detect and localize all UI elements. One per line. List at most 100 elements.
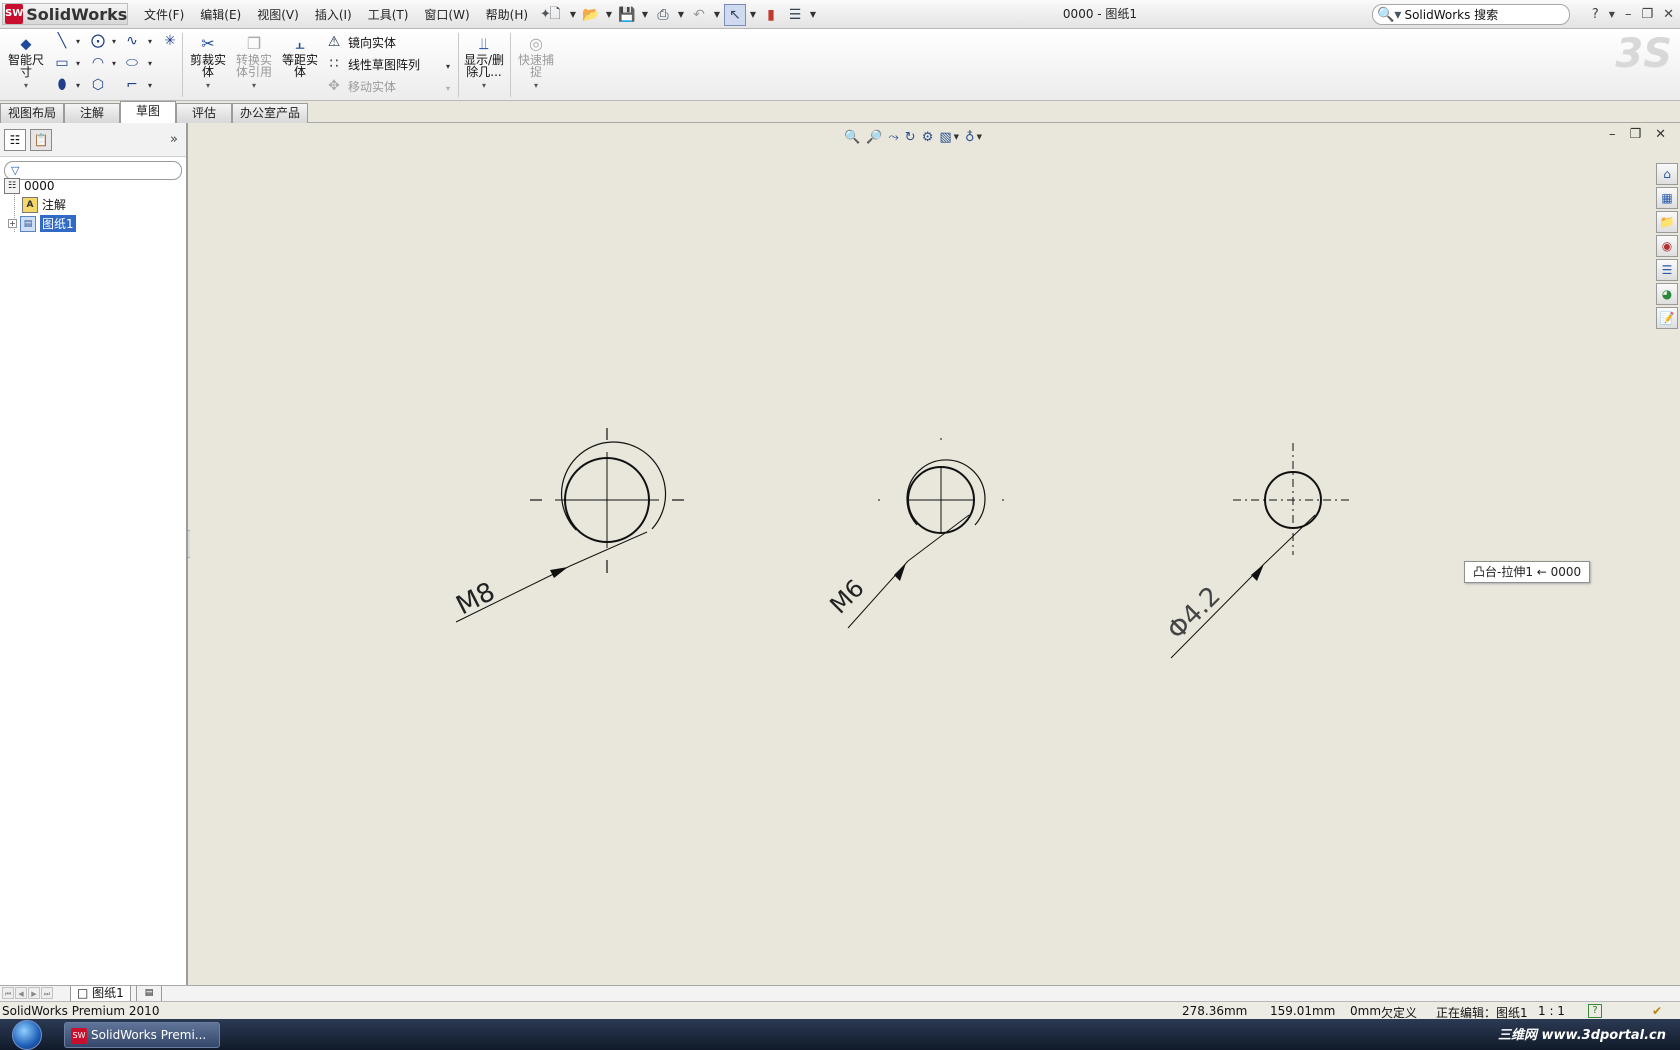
offset-entities-button[interactable]: ⫠ 等距实体: [278, 34, 322, 78]
chevron-down-icon[interactable]: ▾: [76, 59, 80, 68]
search-results-icon[interactable]: ◉: [1656, 235, 1678, 257]
rebuild-traffic-light-icon[interactable]: ▮: [760, 4, 782, 26]
chevron-down-icon[interactable]: ▼: [640, 10, 650, 19]
chevron-down-icon[interactable]: ▼: [712, 10, 722, 19]
slot-tool-icon[interactable]: ⬮: [54, 77, 70, 93]
design-library-icon[interactable]: ▦: [1656, 187, 1678, 209]
chevron-down-icon[interactable]: ▾: [4, 80, 48, 92]
quick-tips-icon[interactable]: ?: [1588, 1004, 1602, 1018]
chevron-down-icon[interactable]: ▾: [112, 59, 116, 68]
chevron-down-icon[interactable]: ▼: [568, 10, 578, 19]
chevron-down-icon[interactable]: ▾: [232, 80, 276, 92]
options-icon[interactable]: ☰: [784, 4, 806, 26]
print-icon[interactable]: ⎙: [652, 4, 674, 26]
last-sheet-icon[interactable]: ⏭: [41, 987, 53, 999]
chevron-down-icon[interactable]: ▼: [676, 10, 686, 19]
property-manager-tab-icon[interactable]: 📋: [30, 128, 52, 151]
display-style-icon[interactable]: ▧: [939, 130, 951, 145]
previous-view-icon[interactable]: ⤳: [888, 130, 898, 145]
quick-snaps-button[interactable]: ◎ 快速捕捉 ▾: [514, 34, 558, 92]
close-icon[interactable]: ✕: [1655, 127, 1666, 142]
rectangle-tool-icon[interactable]: ▭: [54, 55, 70, 71]
trim-entities-button[interactable]: ✂ 剪裁实体 ▾: [186, 34, 230, 92]
tab-office-products[interactable]: 办公室产品: [232, 103, 308, 123]
graphics-area[interactable]: M8 M6 Φ4.2 🔍 🔎 ⤳ ↻ ⚙ ▧ ▼ ♁ ▼ – ❐ ✕ ⌂ ▦ 📁…: [190, 123, 1680, 985]
new-document-icon[interactable]: 🗋: [544, 4, 566, 26]
menu-tools[interactable]: 工具(T): [360, 6, 417, 23]
undo-icon[interactable]: ↶: [688, 4, 710, 26]
restore-icon[interactable]: ❐: [1641, 7, 1653, 22]
polygon-tool-icon[interactable]: ⬡: [90, 77, 106, 93]
zoom-to-area-icon[interactable]: 🔎: [866, 130, 882, 145]
point-tool-icon[interactable]: ✳: [162, 33, 178, 49]
arc-tool-icon[interactable]: ◠: [90, 55, 106, 71]
tab-view-layout[interactable]: 视图布局: [0, 103, 64, 123]
line-tool-icon[interactable]: ╲: [54, 33, 70, 49]
linear-pattern-button[interactable]: ∷ 线性草图阵列: [326, 54, 420, 74]
chevron-down-icon[interactable]: ▾: [112, 37, 116, 46]
search-input[interactable]: [1404, 7, 1565, 22]
sheet-tab[interactable]: □ 图纸1: [70, 986, 131, 1002]
fillet-tool-icon[interactable]: ⌐: [124, 77, 140, 93]
chevron-down-icon[interactable]: ▼: [748, 10, 758, 19]
first-sheet-icon[interactable]: ⏮: [2, 987, 14, 999]
start-button-icon[interactable]: [12, 1020, 42, 1050]
minimize-icon[interactable]: –: [1609, 127, 1616, 142]
menu-edit[interactable]: 编辑(E): [192, 6, 249, 23]
rebuild-status-icon[interactable]: ✔: [1652, 1004, 1662, 1018]
ellipse-tool-icon[interactable]: ⬭: [124, 55, 140, 71]
chevron-down-icon[interactable]: ▾: [462, 80, 506, 92]
display-delete-relations-button[interactable]: ⫫ 显示/删除几... ▾: [462, 34, 506, 92]
menu-window[interactable]: 窗口(W): [416, 6, 477, 23]
prev-sheet-icon[interactable]: ◀: [15, 987, 27, 999]
chevron-down-icon[interactable]: ▾: [446, 62, 450, 71]
convert-entities-button[interactable]: ❐ 转换实体引用 ▾: [232, 34, 276, 92]
chevron-down-icon[interactable]: ▾: [148, 59, 152, 68]
smart-dimension-button[interactable]: ⬥ 智能尺寸 ▾: [4, 34, 48, 92]
circle-tool-icon[interactable]: ⨀: [90, 33, 106, 49]
chevron-down-icon[interactable]: ▾: [148, 37, 152, 46]
zoom-to-fit-icon[interactable]: 🔍: [844, 130, 860, 145]
menu-help[interactable]: 帮助(H): [478, 6, 536, 23]
file-explorer-icon[interactable]: 📁: [1656, 211, 1678, 233]
chevron-down-icon[interactable]: ▾: [186, 80, 230, 92]
tab-evaluate[interactable]: 评估: [176, 103, 232, 123]
chevron-down-icon[interactable]: ▼: [977, 133, 982, 141]
help-icon[interactable]: ?: [1592, 7, 1599, 22]
open-folder-icon[interactable]: 📂: [580, 4, 602, 26]
sketch-canvas[interactable]: M8 M6 Φ4.2: [190, 123, 1680, 985]
spline-tool-icon[interactable]: ∿: [124, 33, 140, 49]
custom-properties-icon[interactable]: 📝: [1656, 307, 1678, 329]
expand-plus-icon[interactable]: +: [8, 219, 17, 228]
save-icon[interactable]: 💾: [616, 4, 638, 26]
view-palette-icon[interactable]: ☰: [1656, 259, 1678, 281]
restore-icon[interactable]: ❐: [1629, 127, 1641, 142]
chevron-down-icon[interactable]: ▼: [604, 10, 614, 19]
minimize-icon[interactable]: –: [1625, 7, 1632, 22]
hole-m6[interactable]: [847, 438, 1004, 629]
chevron-down-icon[interactable]: ▼: [954, 133, 959, 141]
chevron-down-icon[interactable]: ▼: [808, 10, 818, 19]
chevron-down-icon[interactable]: ▾: [148, 81, 152, 90]
chevron-down-icon[interactable]: ▾: [446, 84, 450, 93]
tree-item-annotations[interactable]: A 注解: [22, 195, 66, 214]
mirror-entities-button[interactable]: ⚠ 镜向实体: [326, 32, 396, 52]
taskbar-solidworks-button[interactable]: SW SolidWorks Premi...: [64, 1022, 220, 1048]
sheet-properties-icon[interactable]: ⚙: [922, 130, 934, 145]
chevron-down-icon[interactable]: ▼: [1609, 10, 1615, 19]
feature-tree-tab-icon[interactable]: ☷: [4, 128, 26, 151]
tree-item-sheet[interactable]: + ▤ 图纸1: [8, 214, 76, 233]
appearances-icon[interactable]: ◕: [1656, 283, 1678, 305]
tab-sketch[interactable]: 草图: [120, 101, 176, 124]
solidworks-resources-icon[interactable]: ⌂: [1656, 163, 1678, 185]
search-box[interactable]: 🔍▾: [1372, 4, 1570, 25]
menu-file[interactable]: 文件(F): [136, 6, 192, 23]
select-pointer-icon[interactable]: ↖: [724, 3, 746, 26]
next-sheet-icon[interactable]: ▶: [28, 987, 40, 999]
solidworks-logo[interactable]: SW SolidWorks: [2, 3, 128, 25]
m8-callout[interactable]: M8: [452, 577, 500, 621]
move-entities-button[interactable]: ✥ 移动实体: [326, 76, 396, 96]
menu-view[interactable]: 视图(V): [249, 6, 307, 23]
rebuild-icon[interactable]: ↻: [905, 130, 916, 145]
menu-insert[interactable]: 插入(I): [307, 6, 360, 23]
